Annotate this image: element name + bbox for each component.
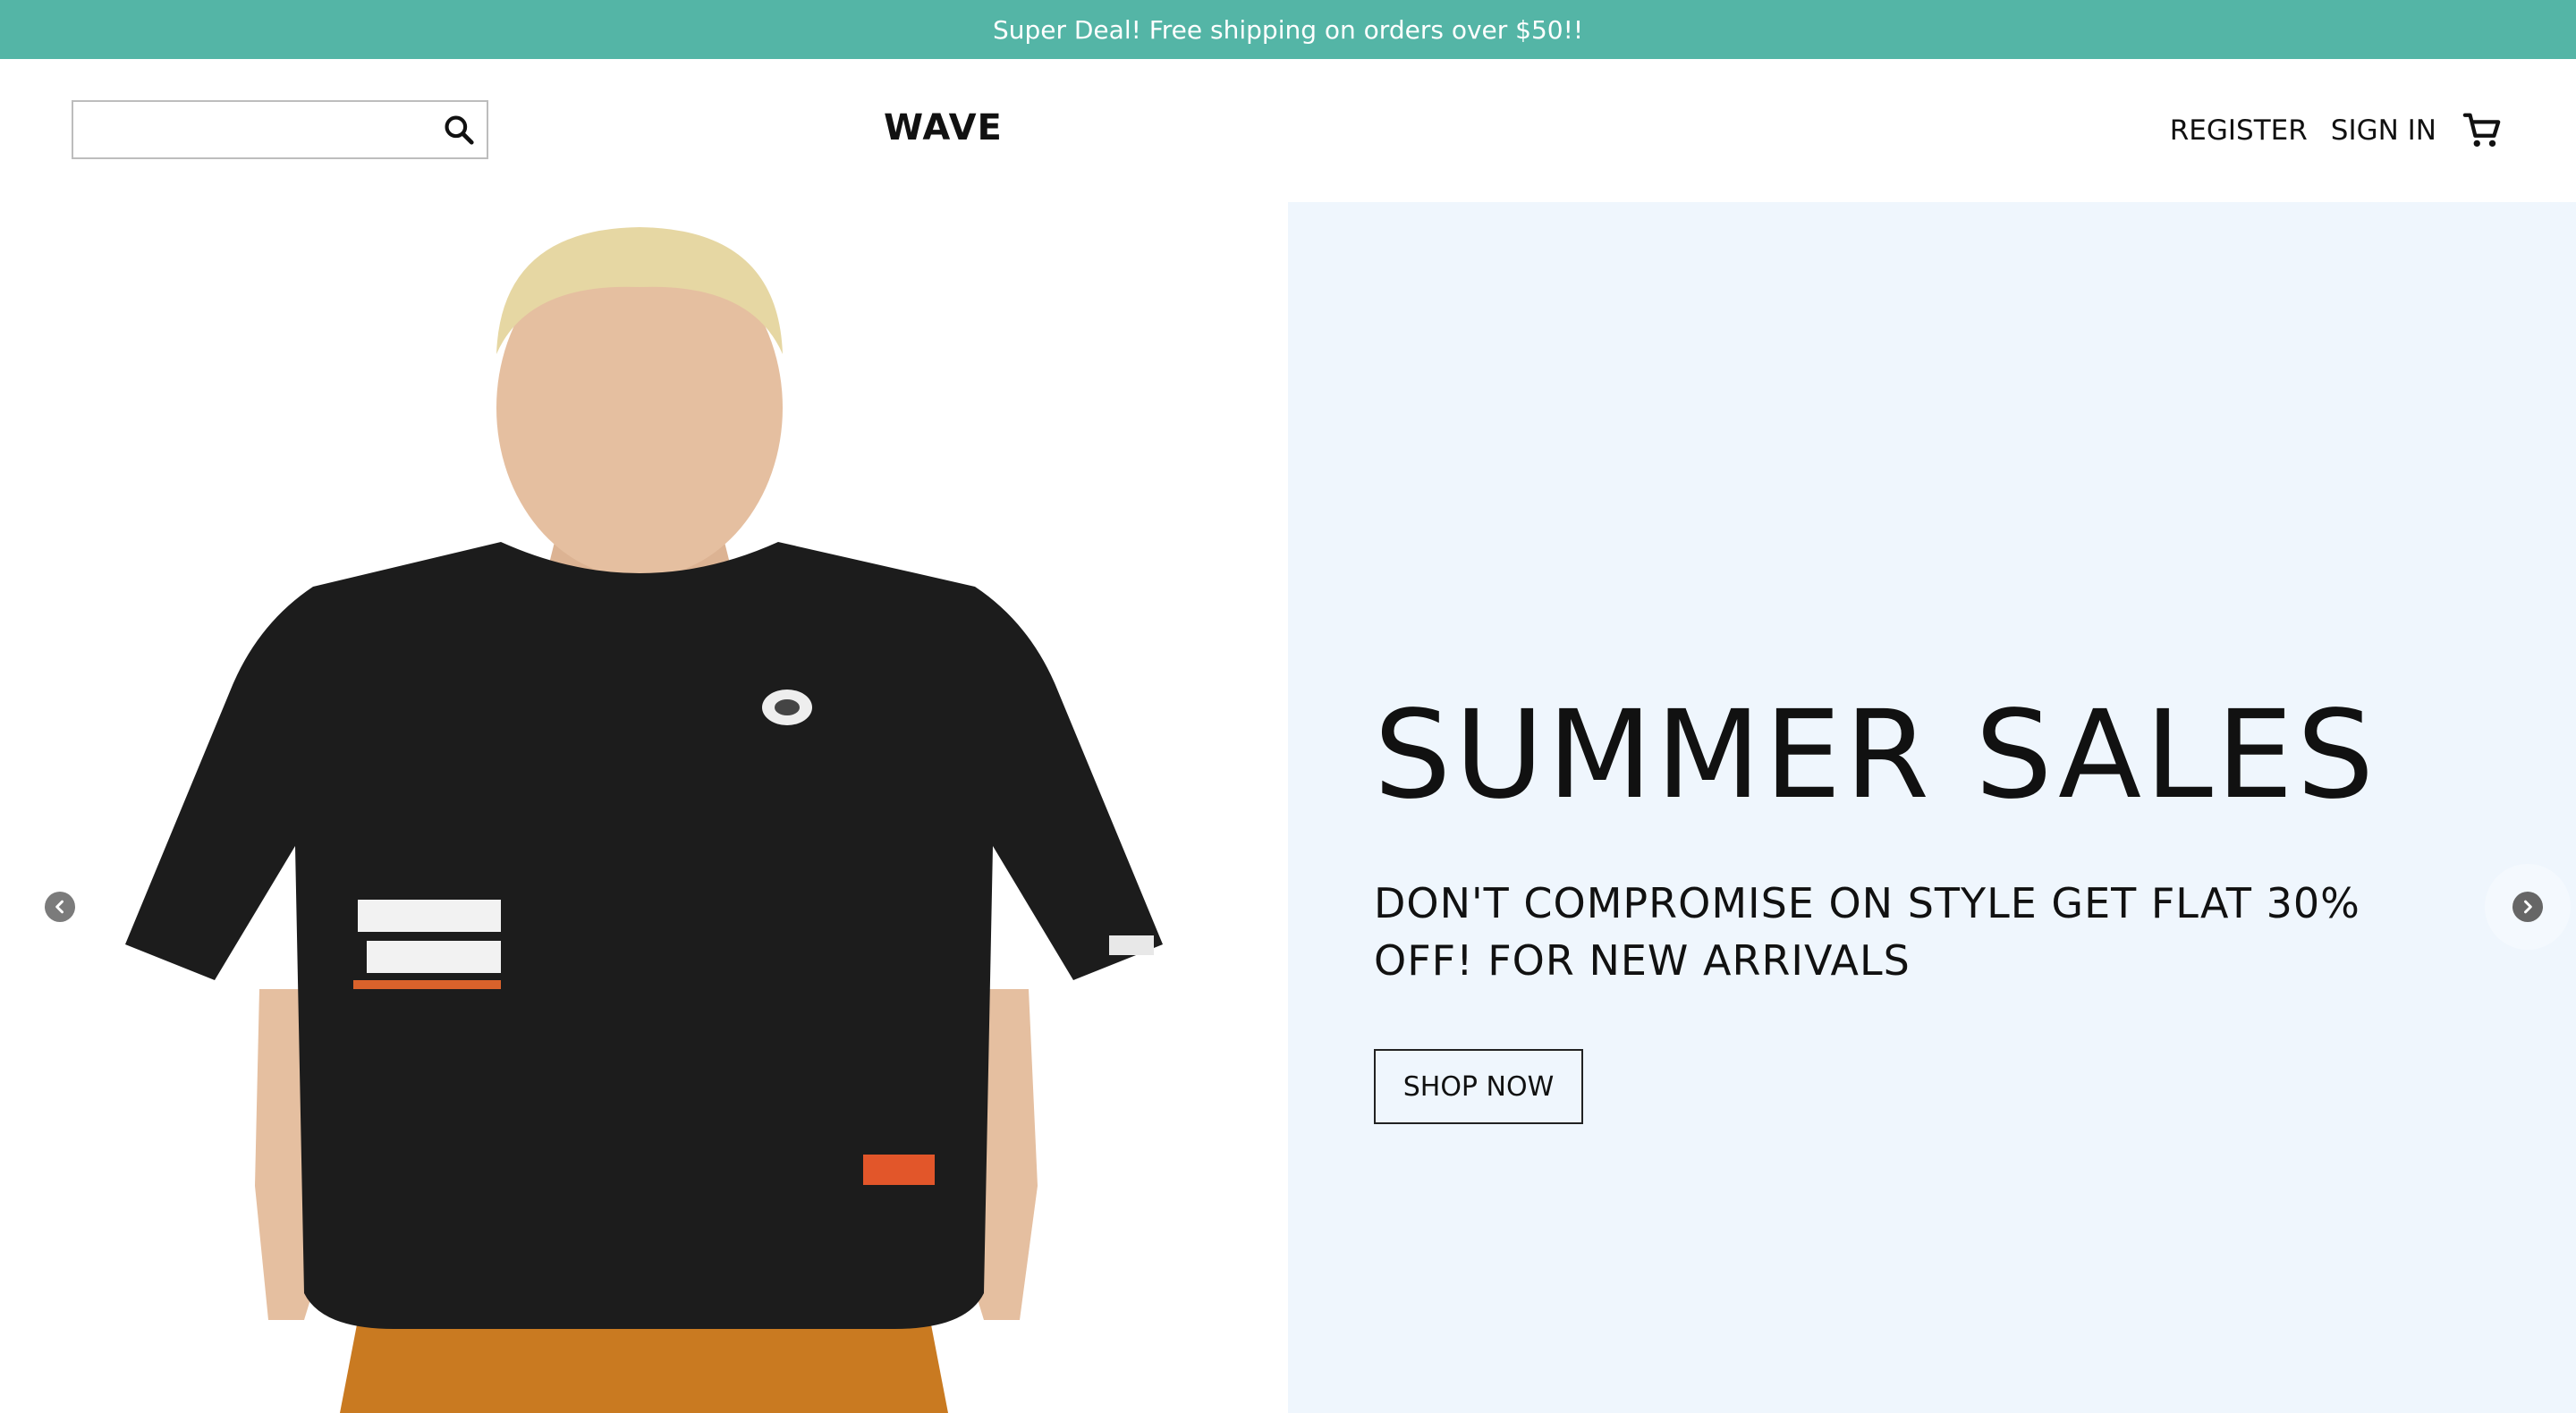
search-icon[interactable] (438, 109, 479, 150)
chevron-right-icon (2512, 892, 2543, 922)
register-link[interactable]: REGISTER (2170, 114, 2308, 147)
announcement-text: Super Deal! Free shipping on orders over… (992, 14, 1584, 45)
shopping-cart-icon[interactable] (2460, 108, 2504, 153)
sign-in-link[interactable]: SIGN IN (2331, 114, 2436, 147)
slide-title: SUMMER SALES (1374, 685, 2378, 826)
slide-description: DON'T COMPROMISE ON STYLE GET FLAT 30% O… (1374, 879, 2360, 985)
nav-actions: REGISTER SIGN IN (2170, 100, 2504, 161)
slide-info-panel: SUMMER SALES DON'T COMPROMISE ON STYLE G… (1288, 202, 2576, 1413)
shop-now-button[interactable]: SHOP NOW (1374, 1049, 1583, 1124)
navbar: WAVE REGISTER SIGN IN (0, 59, 2576, 202)
search-container (72, 100, 488, 159)
chevron-left-icon (45, 892, 75, 922)
announcement-bar: Super Deal! Free shipping on orders over… (0, 0, 2576, 59)
slider-next-arrow[interactable] (2485, 864, 2571, 950)
site-logo[interactable]: WAVE (884, 107, 1003, 148)
hero-slider: SUMMER SALES DON'T COMPROMISE ON STYLE G… (0, 202, 2576, 1413)
search-input[interactable] (73, 103, 438, 157)
product-model-image (0, 202, 1288, 1413)
slider-prev-arrow[interactable] (30, 877, 89, 936)
